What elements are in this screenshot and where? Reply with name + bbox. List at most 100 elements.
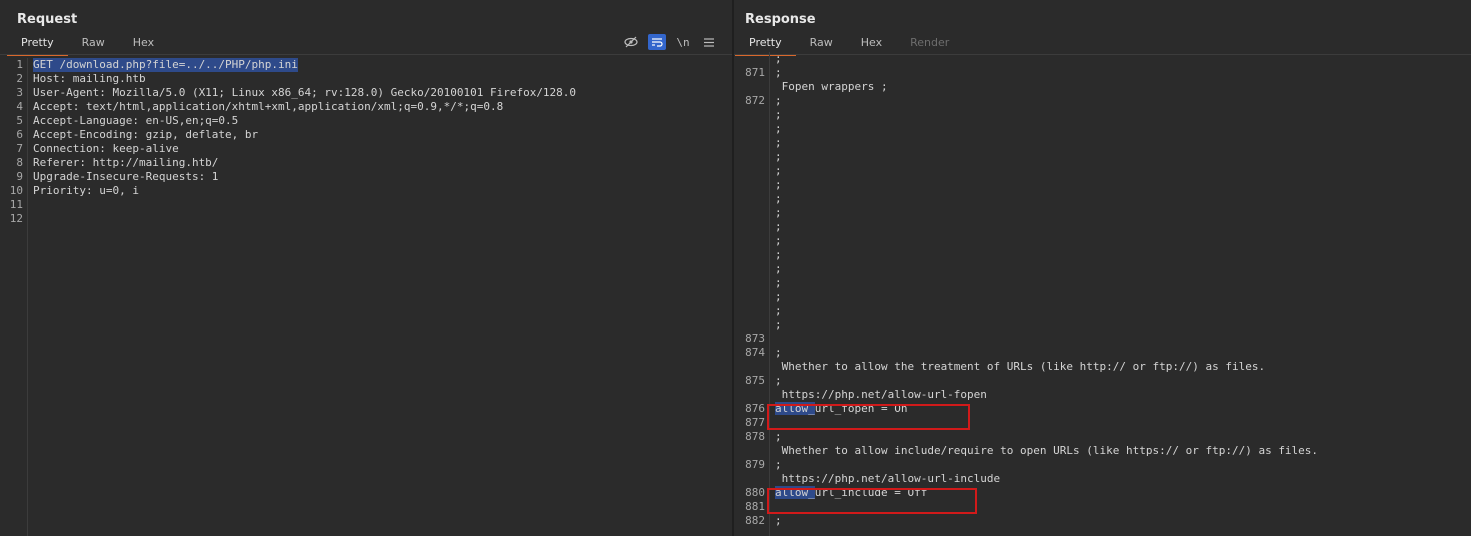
response-line-number: 872 xyxy=(745,94,765,107)
response-line: 875; xyxy=(734,374,1471,388)
response-line-text: allow_url_include = Off xyxy=(775,486,928,499)
response-line: ; xyxy=(734,52,1471,66)
request-line-text: User-Agent: Mozilla/5.0 (X11; Linux x86_… xyxy=(33,86,577,99)
wrap-lines-icon[interactable] xyxy=(648,34,666,50)
response-line: ; xyxy=(734,192,1471,206)
response-line: Whether to allow include/require to open… xyxy=(734,444,1471,458)
request-toolbar: \n xyxy=(622,34,718,50)
request-line-number: 10 xyxy=(9,184,23,197)
response-line: ; xyxy=(734,248,1471,262)
request-line-number: 1 xyxy=(16,58,23,71)
response-line: ; xyxy=(734,150,1471,164)
response-line: ; xyxy=(734,108,1471,122)
response-line-text: Whether to allow include/require to open… xyxy=(775,444,1319,457)
request-line: 4 Accept: text/html,application/xhtml+xml… xyxy=(0,100,732,114)
response-line-text: allow_url_fopen = On xyxy=(775,402,908,415)
response-line-text: ; xyxy=(775,262,782,275)
request-line: 6 Accept-Encoding: gzip, deflate, br xyxy=(0,128,732,142)
response-line: 871; xyxy=(734,66,1471,80)
request-line-number: 11 xyxy=(9,198,23,211)
response-line-text: ; xyxy=(775,430,782,443)
response-line-text: https://php.net/allow-url-fopen xyxy=(775,388,987,401)
eye-slash-icon[interactable] xyxy=(622,34,640,50)
request-line-number: 3 xyxy=(16,86,23,99)
request-line-number: 6 xyxy=(16,128,23,141)
response-line-number: 877 xyxy=(745,416,765,429)
response-line: ; xyxy=(734,276,1471,290)
response-line: ; xyxy=(734,122,1471,136)
response-line: 872; xyxy=(734,94,1471,108)
response-line: 878; xyxy=(734,430,1471,444)
response-line-text: ; xyxy=(775,346,782,359)
response-pane: Response Pretty Raw Hex Render ; 871; Fop… xyxy=(734,0,1471,536)
request-tabs: Pretty Raw Hex xyxy=(7,33,168,56)
response-line: ; xyxy=(734,136,1471,150)
response-line: 882; xyxy=(734,514,1471,528)
response-line-text: ; xyxy=(775,276,782,289)
request-line-number: 9 xyxy=(16,170,23,183)
request-line-text: Accept-Language: en-US,en;q=0.5 xyxy=(33,114,239,127)
response-line: https://php.net/allow-url-fopen xyxy=(734,388,1471,402)
response-line-text: ; xyxy=(775,304,782,317)
response-line-text: ; xyxy=(775,220,782,233)
newline-toggle-button[interactable]: \n xyxy=(674,34,692,50)
response-line: ; xyxy=(734,318,1471,332)
response-line: ; xyxy=(734,234,1471,248)
response-line-number: 878 xyxy=(745,430,765,443)
request-tab-raw[interactable]: Raw xyxy=(68,33,119,54)
response-line: 874; xyxy=(734,346,1471,360)
response-line-text: https://php.net/allow-url-include xyxy=(775,472,1001,485)
request-line: 10 Priority: u=0, i xyxy=(0,184,732,198)
request-line: 1 GET /download.php?file=../../PHP/php.in… xyxy=(0,58,732,72)
response-tab-raw[interactable]: Raw xyxy=(796,33,847,54)
response-line-text: ; xyxy=(775,248,782,261)
response-line-text: Fopen wrappers ; xyxy=(775,80,888,93)
request-title: Request xyxy=(17,12,78,27)
response-tab-render: Render xyxy=(910,36,950,49)
response-line-text: ; xyxy=(775,52,782,65)
response-line: https://php.net/allow-url-include xyxy=(734,472,1471,486)
request-line-text: Accept: text/html,application/xhtml+xml,… xyxy=(33,100,504,113)
response-line-text: ; xyxy=(775,150,782,163)
request-line: 2 Host: mailing.htb xyxy=(0,72,732,86)
response-line: ; xyxy=(734,262,1471,276)
response-line-text: ; xyxy=(775,458,782,471)
request-line-number: 7 xyxy=(16,142,23,155)
response-line: ; xyxy=(734,206,1471,220)
response-line: ; xyxy=(734,290,1471,304)
request-line-text: Host: mailing.htb xyxy=(33,72,146,85)
request-line-text: Connection: keep-alive xyxy=(33,142,179,155)
response-line-text: ; xyxy=(775,178,782,191)
response-line: Whether to allow the treatment of URLs (… xyxy=(734,360,1471,374)
response-line: ; xyxy=(734,304,1471,318)
request-line-number: 2 xyxy=(16,72,23,85)
response-line-number: 880 xyxy=(745,486,765,499)
response-line: 877 xyxy=(734,416,1471,430)
response-line: 880 allow_url_include = Off xyxy=(734,486,1471,500)
request-line: 9 Upgrade-Insecure-Requests: 1 xyxy=(0,170,732,184)
request-line-text: GET /download.php?file=../../PHP/php.ini xyxy=(33,58,298,72)
response-line-text: ; xyxy=(775,136,782,149)
response-line-text: ; xyxy=(775,290,782,303)
response-line-text: ; xyxy=(775,192,782,205)
request-tab-hex[interactable]: Hex xyxy=(119,33,168,54)
request-line-text: Referer: http://mailing.htb/ xyxy=(33,156,219,169)
hamburger-menu-icon[interactable] xyxy=(700,34,718,50)
response-editor[interactable]: ; 871; Fopen wrappers ; 872;;;;;;;;;;;;;;;… xyxy=(734,52,1471,536)
response-tab-hex[interactable]: Hex xyxy=(847,33,896,54)
response-line-text: ; xyxy=(775,514,782,527)
request-editor[interactable]: 1 GET /download.php?file=../../PHP/php.in… xyxy=(0,58,732,536)
response-line-number: 879 xyxy=(745,458,765,471)
response-line-number: 875 xyxy=(745,374,765,387)
request-line: 5 Accept-Language: en-US,en;q=0.5 xyxy=(0,114,732,128)
response-tabs: Pretty Raw Hex Render xyxy=(735,33,963,56)
response-line: 876 allow_url_fopen = On xyxy=(734,402,1471,416)
response-line-number: 881 xyxy=(745,500,765,513)
response-line-text: ; xyxy=(775,94,782,107)
request-tab-pretty[interactable]: Pretty xyxy=(7,33,68,56)
response-line-text: ; xyxy=(775,122,782,135)
response-title: Response xyxy=(745,12,816,27)
request-line-number: 4 xyxy=(16,100,23,113)
request-line-text: Priority: u=0, i xyxy=(33,184,139,197)
request-line-number: 8 xyxy=(16,156,23,169)
